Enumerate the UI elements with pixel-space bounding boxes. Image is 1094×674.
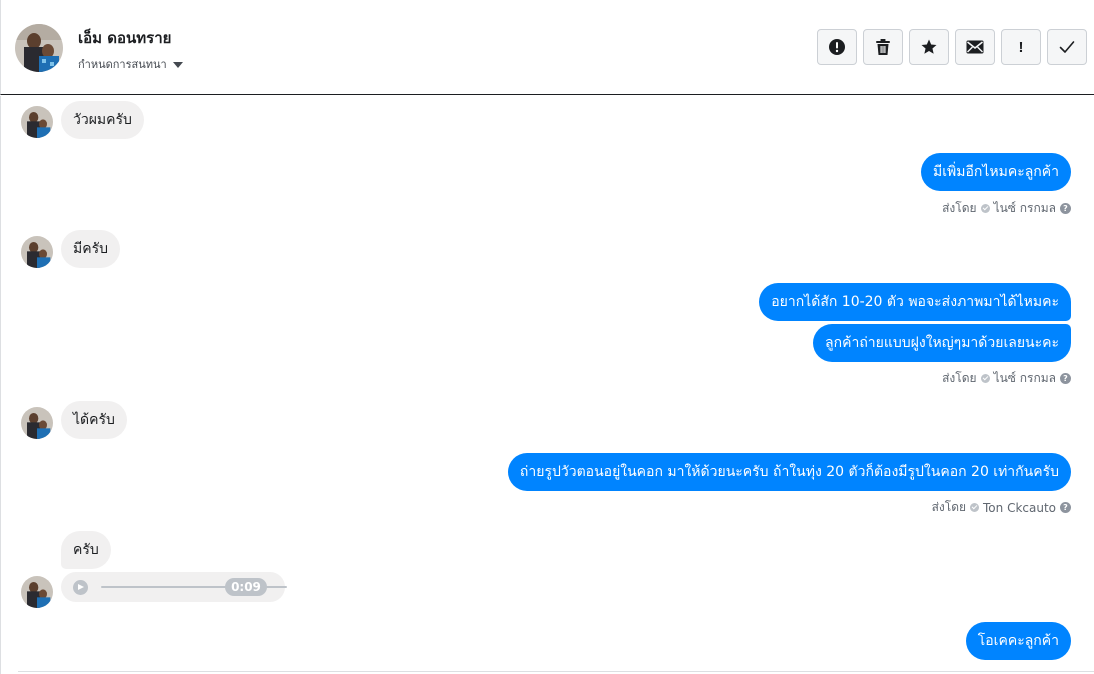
incoming-message-bubble[interactable]: ได้ครับ (61, 401, 127, 439)
incoming-message-bubble[interactable]: วัวผมครับ (61, 101, 144, 139)
conversation-header: เอ็ม ดอนทราย กำหนดการสนทนา ! (0, 0, 1094, 95)
conversation-toolbar: ! (817, 29, 1087, 65)
sender-avatar (21, 236, 53, 268)
sent-by-agent[interactable]: Ton Ckcauto (983, 501, 1056, 515)
contact-avatar[interactable] (15, 24, 63, 72)
contact-name[interactable]: เอ็ม ดอนทราย (78, 26, 171, 50)
sent-by-agent[interactable]: ไนซ์ กรกมล (994, 199, 1056, 218)
mark-unread-button[interactable] (955, 29, 995, 65)
assign-conversation-dropdown[interactable]: กำหนดการสนทนา (78, 55, 183, 73)
caret-down-icon (172, 61, 183, 68)
sent-by-prefix: ส่งโดย (942, 371, 977, 385)
message-thread[interactable]: วัวผมครับ มีเพิ่มอีกไหมคะลูกค้า ส่งโดย ไ… (0, 96, 1094, 674)
check-icon (1059, 41, 1075, 53)
incoming-message-bubble[interactable]: มีครับ (61, 230, 120, 268)
sent-by-agent[interactable]: ไนซ์ กรกมล (994, 369, 1056, 388)
assign-label: กำหนดการสนทนา (78, 58, 167, 71)
exclamation-icon: ! (1018, 38, 1024, 56)
sent-by-line: ส่งโดย ไนซ์ กรกมล ? (942, 369, 1071, 388)
sent-by-prefix: ส่งโดย (931, 500, 967, 514)
play-icon[interactable] (73, 580, 88, 595)
follow-up-button[interactable]: ! (1001, 29, 1041, 65)
delete-button[interactable] (863, 29, 903, 65)
verified-check-icon (980, 374, 990, 383)
verified-check-icon (980, 204, 990, 213)
envelope-icon (966, 40, 984, 54)
sender-avatar (21, 576, 53, 608)
mark-spam-button[interactable] (817, 29, 857, 65)
outgoing-message-bubble[interactable]: ลูกค้าถ่ายแบบฝูงใหญ่ๆมาด้วยเลยนะคะ (813, 324, 1071, 362)
help-icon[interactable]: ? (1060, 502, 1071, 513)
star-button[interactable] (909, 29, 949, 65)
sent-by-line: ส่งโดย Ton Ckcauto ? (932, 498, 1071, 517)
outgoing-message-bubble[interactable]: มีเพิ่มอีกไหมคะลูกค้า (920, 153, 1071, 191)
help-icon[interactable]: ? (1060, 203, 1071, 214)
inbox-conversation-view: เอ็ม ดอนทราย กำหนดการสนทนา ! วัวผมครับ ม… (0, 0, 1094, 674)
audio-message: 0:09 (61, 572, 287, 602)
help-icon[interactable]: ? (1060, 373, 1071, 384)
trash-icon (876, 39, 890, 55)
composer-divider (18, 671, 1094, 672)
outgoing-message-bubble[interactable]: ถ่ายรูปวัวตอนอยู่ในคอก มาให้ด้วยนะครับ ถ… (507, 453, 1071, 491)
incoming-message-bubble[interactable]: ครับ (61, 531, 111, 569)
audio-duration: 0:09 (225, 578, 267, 596)
star-icon (921, 39, 937, 54)
sender-avatar (21, 407, 53, 439)
sent-by-line: ส่งโดย ไนซ์ กรกมล ? (942, 199, 1071, 218)
alert-circle-icon (829, 39, 845, 55)
outgoing-message-bubble[interactable]: อยากได้สัก 10-20 ตัว พอจะส่งภาพมาได้ไหมค… (759, 283, 1071, 321)
verified-check-icon (970, 503, 980, 512)
sender-avatar (21, 106, 53, 138)
sent-by-prefix: ส่งโดย (942, 201, 977, 215)
outgoing-message-bubble[interactable]: โอเคคะลูกค้า (965, 622, 1071, 660)
mark-done-button[interactable] (1047, 29, 1087, 65)
